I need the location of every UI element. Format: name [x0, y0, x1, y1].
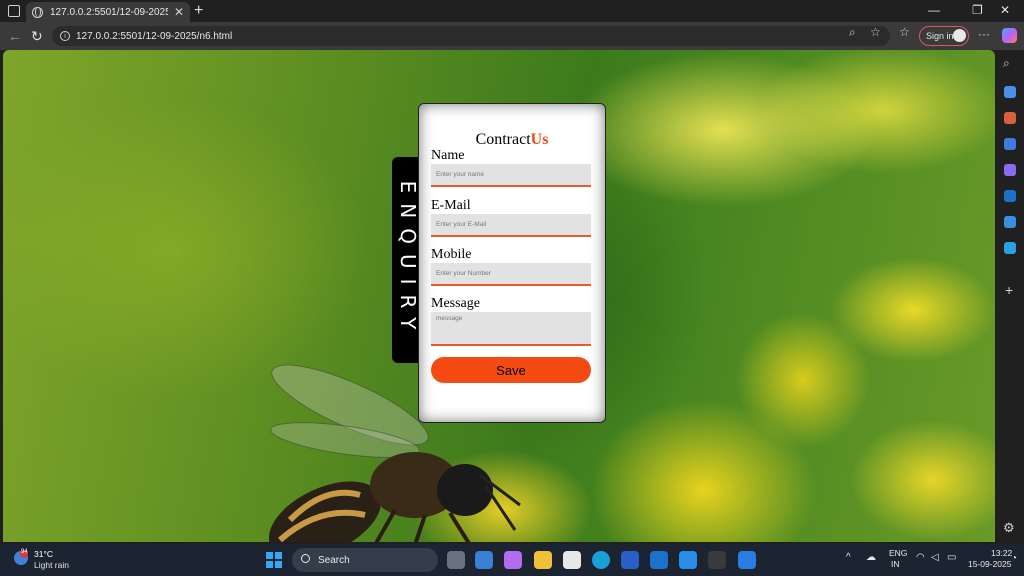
apps-icon[interactable] [1004, 216, 1016, 228]
maximize-button[interactable]: ❐ [972, 3, 983, 17]
tab-close-button[interactable]: ✕ [174, 5, 184, 19]
app-s-icon[interactable] [679, 551, 697, 569]
taskbar: 94 31°C Light rain Search ^ ☁ ENG IN ◠ ◁… [0, 544, 1024, 576]
mobile-input[interactable]: Enter your Number [431, 263, 591, 286]
name-label: Name [431, 148, 465, 163]
save-button[interactable]: Save [431, 357, 591, 383]
notepad-icon[interactable] [563, 551, 581, 569]
url-text[interactable]: 127.0.0.2:5501/12-09-2025/n6.html [76, 31, 232, 42]
email-label: E-Mail [431, 198, 471, 213]
zoom-icon[interactable]: ⌕ [849, 25, 856, 40]
weather-badge: 94 [21, 549, 28, 555]
start-button[interactable] [266, 552, 282, 568]
tray-overflow-icon[interactable]: ^ [846, 552, 851, 563]
settings-icon[interactable]: ⚙ [1003, 520, 1015, 536]
browser-tab[interactable]: 127.0.0.2:5501/12-09-2025/n6.html ✕ [26, 2, 190, 22]
language-region[interactable]: IN [891, 559, 900, 569]
sign-in-button[interactable]: Sign in [919, 26, 969, 46]
info-icon[interactable]: i [60, 31, 70, 41]
globe-icon [32, 6, 43, 18]
mobile-label: Mobile [431, 247, 472, 262]
volume-icon[interactable]: ◁ [931, 552, 939, 563]
form-title: ContractUs [419, 131, 605, 149]
add-icon[interactable]: + [1005, 282, 1013, 298]
message-label: Message [431, 296, 480, 311]
games-icon[interactable] [1004, 138, 1016, 150]
new-tab-button[interactable]: + [194, 2, 203, 20]
name-input[interactable]: Enter your name [431, 164, 591, 187]
copilot-sidebar-icon[interactable] [1004, 164, 1016, 176]
tab-bar: 127.0.0.2:5501/12-09-2025/n6.html ✕ + — … [0, 0, 1024, 22]
weather-desc[interactable]: Light rain [34, 560, 69, 570]
outlook-app-icon[interactable] [650, 551, 668, 569]
edge-sidebar: ⌕ + ⚙ [997, 50, 1024, 542]
edge-icon[interactable] [592, 551, 610, 569]
search-icon[interactable]: ⌕ [1003, 56, 1010, 71]
form-title-accent: Us [530, 131, 549, 148]
store-icon[interactable] [475, 551, 493, 569]
window-close-button[interactable]: ✕ [1000, 3, 1010, 17]
weather-temp[interactable]: 31°C [34, 549, 53, 559]
back-button[interactable]: ← [8, 28, 22, 44]
outlook-icon[interactable] [1004, 190, 1016, 202]
form-title-main: Contract [475, 131, 531, 148]
app-j-icon[interactable] [708, 551, 726, 569]
page-viewport: ENQUIRY ContractUs Name Enter your name … [3, 50, 995, 542]
tag-icon[interactable] [1004, 86, 1016, 98]
toolbox-icon[interactable] [1004, 112, 1016, 124]
refresh-button[interactable]: ↻ [31, 28, 43, 45]
email-input[interactable]: Enter your E-Mail [431, 214, 591, 237]
avatar-icon [953, 29, 966, 42]
search-icon [301, 554, 310, 563]
cloud-icon[interactable]: ☁ [866, 552, 876, 563]
language-indicator[interactable]: ENG [889, 548, 907, 558]
wifi-icon[interactable]: ◠ [916, 552, 925, 563]
address-bar-row: ← ↻ i 127.0.0.2:5501/12-09-2025/n6.html … [0, 22, 1024, 50]
enquiry-label: ENQUIRY [396, 180, 420, 340]
terminal-icon[interactable] [621, 551, 639, 569]
copilot-icon[interactable] [1002, 28, 1017, 43]
more-menu-icon[interactable]: ··· [978, 27, 990, 41]
copilot-app-icon[interactable] [504, 551, 522, 569]
clock-date[interactable]: 15-09-2025 [968, 559, 1011, 569]
taskbar-search[interactable]: Search [292, 548, 438, 572]
battery-icon[interactable]: ▭ [947, 552, 956, 563]
notifications-icon[interactable]: ◔ [1011, 553, 1017, 564]
clock-time[interactable]: 13:22 [991, 548, 1012, 558]
collections-icon[interactable]: ☆ [899, 25, 910, 39]
taskbar-search-label: Search [318, 554, 350, 566]
contact-form: ContractUs Name Enter your name E-Mail E… [418, 103, 606, 423]
task-view-icon[interactable] [447, 551, 465, 569]
url-bar[interactable]: i 127.0.0.2:5501/12-09-2025/n6.html [52, 26, 890, 46]
minimize-button[interactable]: — [928, 3, 940, 17]
sign-in-label: Sign in [926, 31, 954, 41]
file-explorer-icon[interactable] [534, 551, 552, 569]
tab-title: 127.0.0.2:5501/12-09-2025/n6.html [50, 6, 168, 18]
star-icon[interactable]: ☆ [870, 25, 881, 39]
message-textarea[interactable]: message [431, 312, 591, 346]
vscode-icon[interactable] [738, 551, 756, 569]
send-icon[interactable] [1004, 242, 1016, 254]
tab-actions-icon[interactable] [8, 5, 20, 17]
